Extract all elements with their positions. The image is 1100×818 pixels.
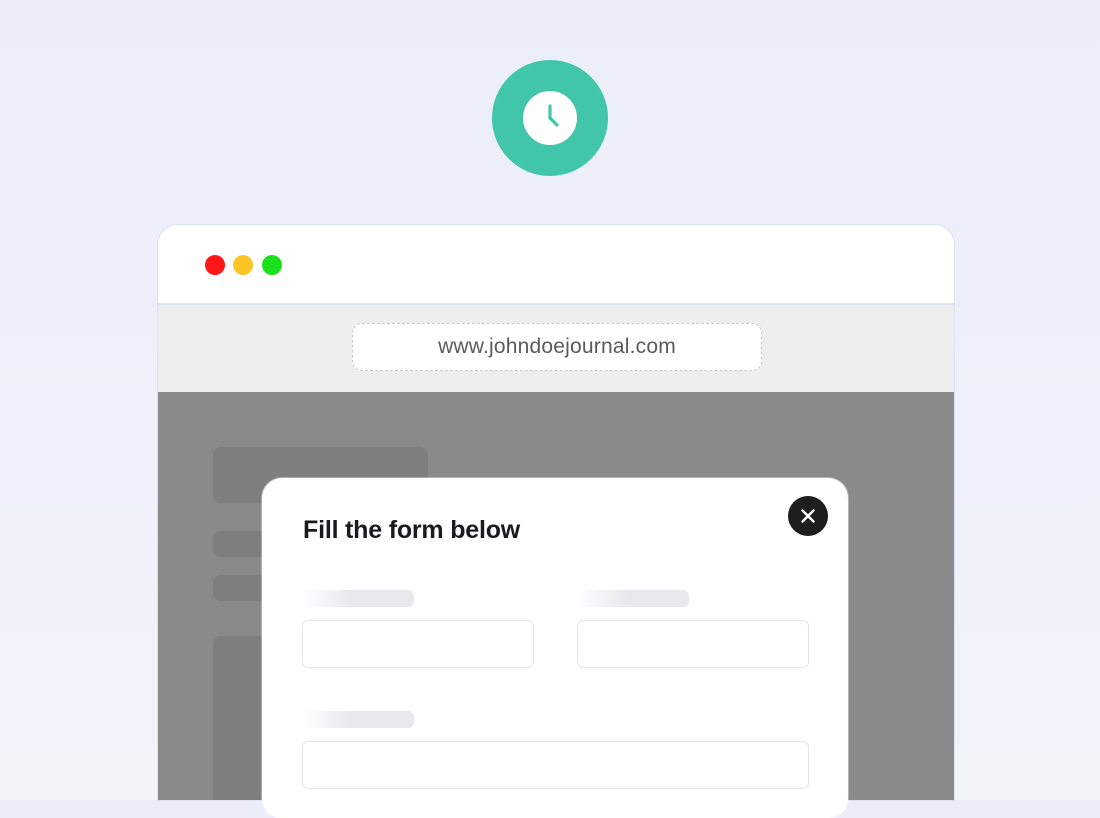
url-field[interactable]: www.johndoejournal.com [352, 323, 762, 371]
form-field-1[interactable] [302, 620, 534, 668]
browser-titlebar [158, 225, 954, 305]
form-field-2[interactable] [577, 620, 809, 668]
window-close-dot[interactable] [205, 255, 225, 275]
window-maximize-dot[interactable] [262, 255, 282, 275]
close-icon [801, 509, 815, 523]
url-text: www.johndoejournal.com [438, 335, 676, 358]
close-button[interactable] [788, 496, 828, 536]
clock-icon [523, 91, 577, 145]
clock-badge [492, 60, 608, 176]
modal-title: Fill the form below [303, 516, 521, 544]
field-label-placeholder [577, 590, 689, 607]
form-modal: Fill the form below [262, 478, 848, 818]
field-label-placeholder [302, 711, 414, 728]
field-label-placeholder [302, 590, 414, 607]
form-field-3[interactable] [302, 741, 809, 789]
window-minimize-dot[interactable] [233, 255, 253, 275]
address-bar-area: www.johndoejournal.com [158, 305, 954, 392]
